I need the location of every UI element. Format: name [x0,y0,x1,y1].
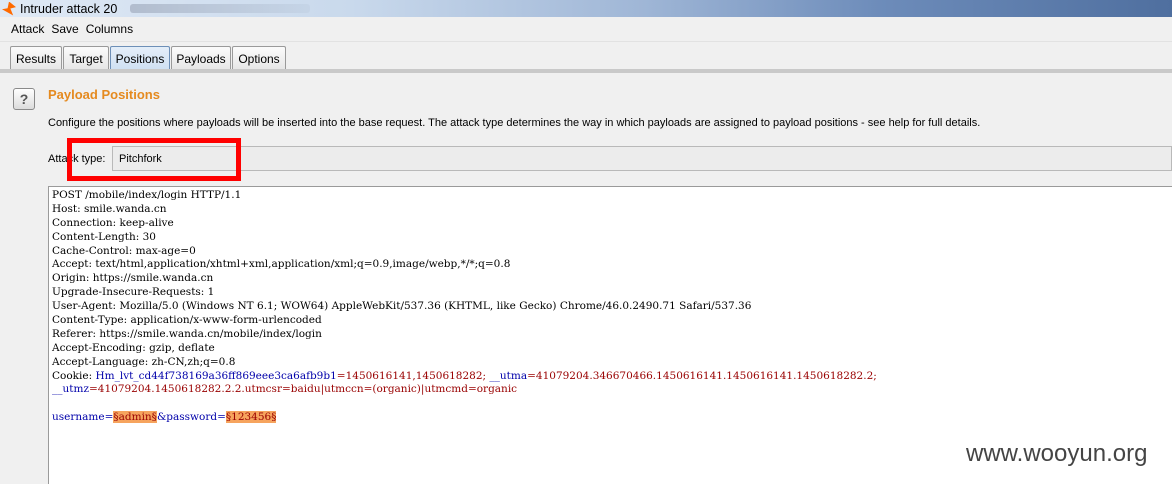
tab-options[interactable]: Options [232,46,286,70]
burp-logo-icon [2,1,16,16]
request-header-cookie-cont: __utmz=41079204.1450618282.2.2.utmcsr=ba… [52,383,1172,397]
request-header-origin: Origin: https://smile.wanda.cn [52,272,214,285]
request-header-host: Host: smile.wanda.cn [52,202,167,215]
cookie-value: =1450616141,1450618282; [336,369,490,382]
highlight-annotation-box [67,138,241,181]
payload-marker[interactable]: §123456§ [225,411,277,424]
request-header-referer: Referer: https://smile.wanda.cn/mobile/i… [52,327,322,340]
request-header-content-length: Content-Length: 30 [52,230,156,243]
request-header-cache-control: Cache-Control: max-age=0 [52,244,196,257]
section-description: Configure the positions where payloads w… [48,117,981,129]
tab-target[interactable]: Target [63,46,109,70]
cookie-value: =41079204.1450618282.2.2.utmcsr=baidu|ut… [88,383,518,396]
blurred-title-area [130,4,310,13]
menu-columns[interactable]: Columns [86,22,133,36]
tab-results[interactable]: Results [10,46,62,70]
request-header-connection: Connection: keep-alive [52,216,174,229]
request-header-content-type: Content-Type: application/x-www-form-url… [52,314,322,327]
menu-bar: Attack Save Columns [0,17,1172,42]
request-blank-line [52,397,1172,411]
cookie-name: __utma [489,369,528,382]
window-title: Intruder attack 20 [20,1,118,16]
help-icon[interactable]: ? [13,88,35,110]
cookie-name: Hm_lvt_cd44f738169a36ff869eee3ca6afb9b1 [95,369,337,382]
request-line: POST /mobile/index/login HTTP/1.1 [52,189,242,201]
section-title: Payload Positions [48,87,160,102]
request-header-user-agent: User-Agent: Mozilla/5.0 (Windows NT 6.1;… [52,300,752,313]
request-header-accept-encoding: Accept-Encoding: gzip, deflate [52,341,215,354]
request-header-cookie: Cookie: Hm_lvt_cd44f738169a36ff869eee3ca… [52,370,1172,384]
request-header-accept: Accept: text/html,application/xhtml+xml,… [52,258,511,271]
menu-attack[interactable]: Attack [11,22,44,36]
watermark: www.wooyun.org [966,440,1148,467]
request-header-accept-language: Accept-Language: zh-CN,zh;q=0.8 [52,355,236,368]
title-bar: Intruder attack 20 [0,0,1172,17]
cookie-value: =41079204.346670466.1450616141.145061614… [527,369,877,382]
payload-marker[interactable]: §admin§ [113,411,157,424]
cookie-name: __utmz [52,383,89,396]
tab-positions[interactable]: Positions [110,46,170,70]
tab-payloads[interactable]: Payloads [171,46,231,70]
cookie-prefix: Cookie: [52,369,96,382]
tab-bar: Results Target Positions Payloads Option… [0,42,1172,72]
request-header-upgrade: Upgrade-Insecure-Requests: 1 [52,286,215,299]
menu-save[interactable]: Save [51,22,78,36]
attack-type-select[interactable]: Pitchfork [112,146,1172,171]
body-param-password: &password= [156,411,226,424]
request-body: username=§admin§&password=§123456§ [52,411,1172,425]
body-param-username: username= [52,411,114,424]
